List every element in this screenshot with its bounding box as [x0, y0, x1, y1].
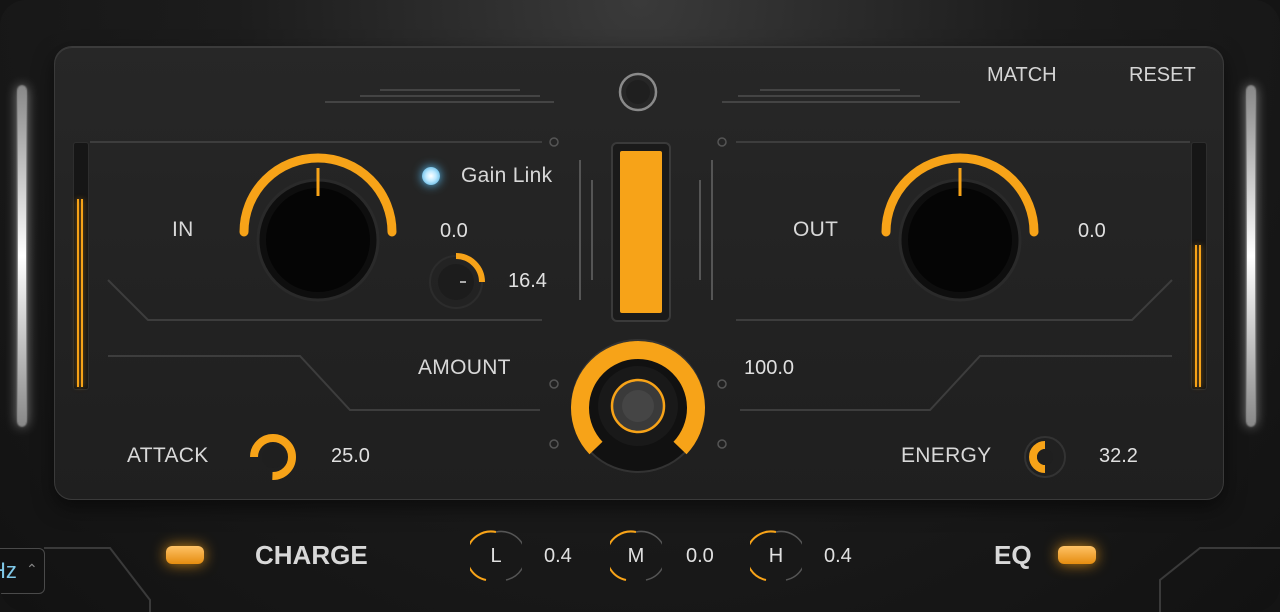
mid-band-value: 0.0	[686, 545, 714, 567]
input-level-meter	[73, 142, 89, 390]
eq-toggle[interactable]	[1058, 546, 1096, 564]
output-gain-knob[interactable]	[870, 150, 1050, 330]
input-label: IN	[172, 218, 194, 241]
charge-toggle[interactable]	[166, 546, 204, 564]
input-gain-value: 0.0	[440, 220, 468, 242]
frequency-field-text: Hz	[0, 558, 17, 583]
output-gain-value: 0.0	[1078, 220, 1106, 242]
output-label: OUT	[793, 218, 839, 241]
mini-knob-value: 16.4	[508, 270, 547, 292]
high-band-letter: H	[768, 545, 784, 567]
attack-value: 25.0	[331, 445, 370, 467]
center-meter	[611, 142, 671, 322]
gain-link-led[interactable]	[422, 167, 440, 185]
amount-label: AMOUNT	[418, 356, 511, 379]
energy-knob[interactable]	[1020, 432, 1070, 482]
left-side-light	[18, 86, 26, 426]
match-button[interactable]: MATCH	[987, 64, 1057, 87]
circle-logo-icon[interactable]	[614, 68, 662, 116]
chevron-down-icon[interactable]: ⌃	[26, 561, 38, 578]
low-band-knob[interactable]: L	[470, 530, 522, 582]
output-level-meter	[1191, 142, 1207, 390]
energy-label: ENERGY	[901, 444, 992, 467]
amount-value: 100.0	[744, 357, 795, 379]
input-gain-knob[interactable]	[228, 150, 408, 330]
gain-link-label[interactable]: Gain Link	[461, 164, 552, 188]
right-side-light	[1247, 86, 1255, 426]
energy-value: 32.2	[1099, 445, 1138, 467]
low-band-value: 0.4	[544, 545, 572, 567]
attack-label: ATTACK	[127, 444, 209, 467]
reset-button[interactable]: RESET	[1129, 64, 1196, 87]
high-band-knob[interactable]: H	[750, 530, 802, 582]
attack-knob[interactable]	[248, 432, 298, 482]
mini-knob[interactable]	[426, 252, 486, 312]
low-band-letter: L	[490, 545, 502, 567]
frequency-field[interactable]: Hz ⌃	[0, 548, 45, 594]
plugin-window: MATCH RESET IN Gain Link 0.0 16.4 OUT 0.…	[0, 0, 1280, 612]
mid-band-knob[interactable]: M	[610, 530, 662, 582]
eq-label: EQ	[994, 540, 1032, 570]
amount-knob[interactable]	[568, 338, 708, 488]
charge-label: CHARGE	[255, 540, 368, 570]
mid-band-letter: M	[627, 545, 645, 567]
center-meter-fill	[620, 151, 662, 313]
high-band-value: 0.4	[824, 545, 852, 567]
